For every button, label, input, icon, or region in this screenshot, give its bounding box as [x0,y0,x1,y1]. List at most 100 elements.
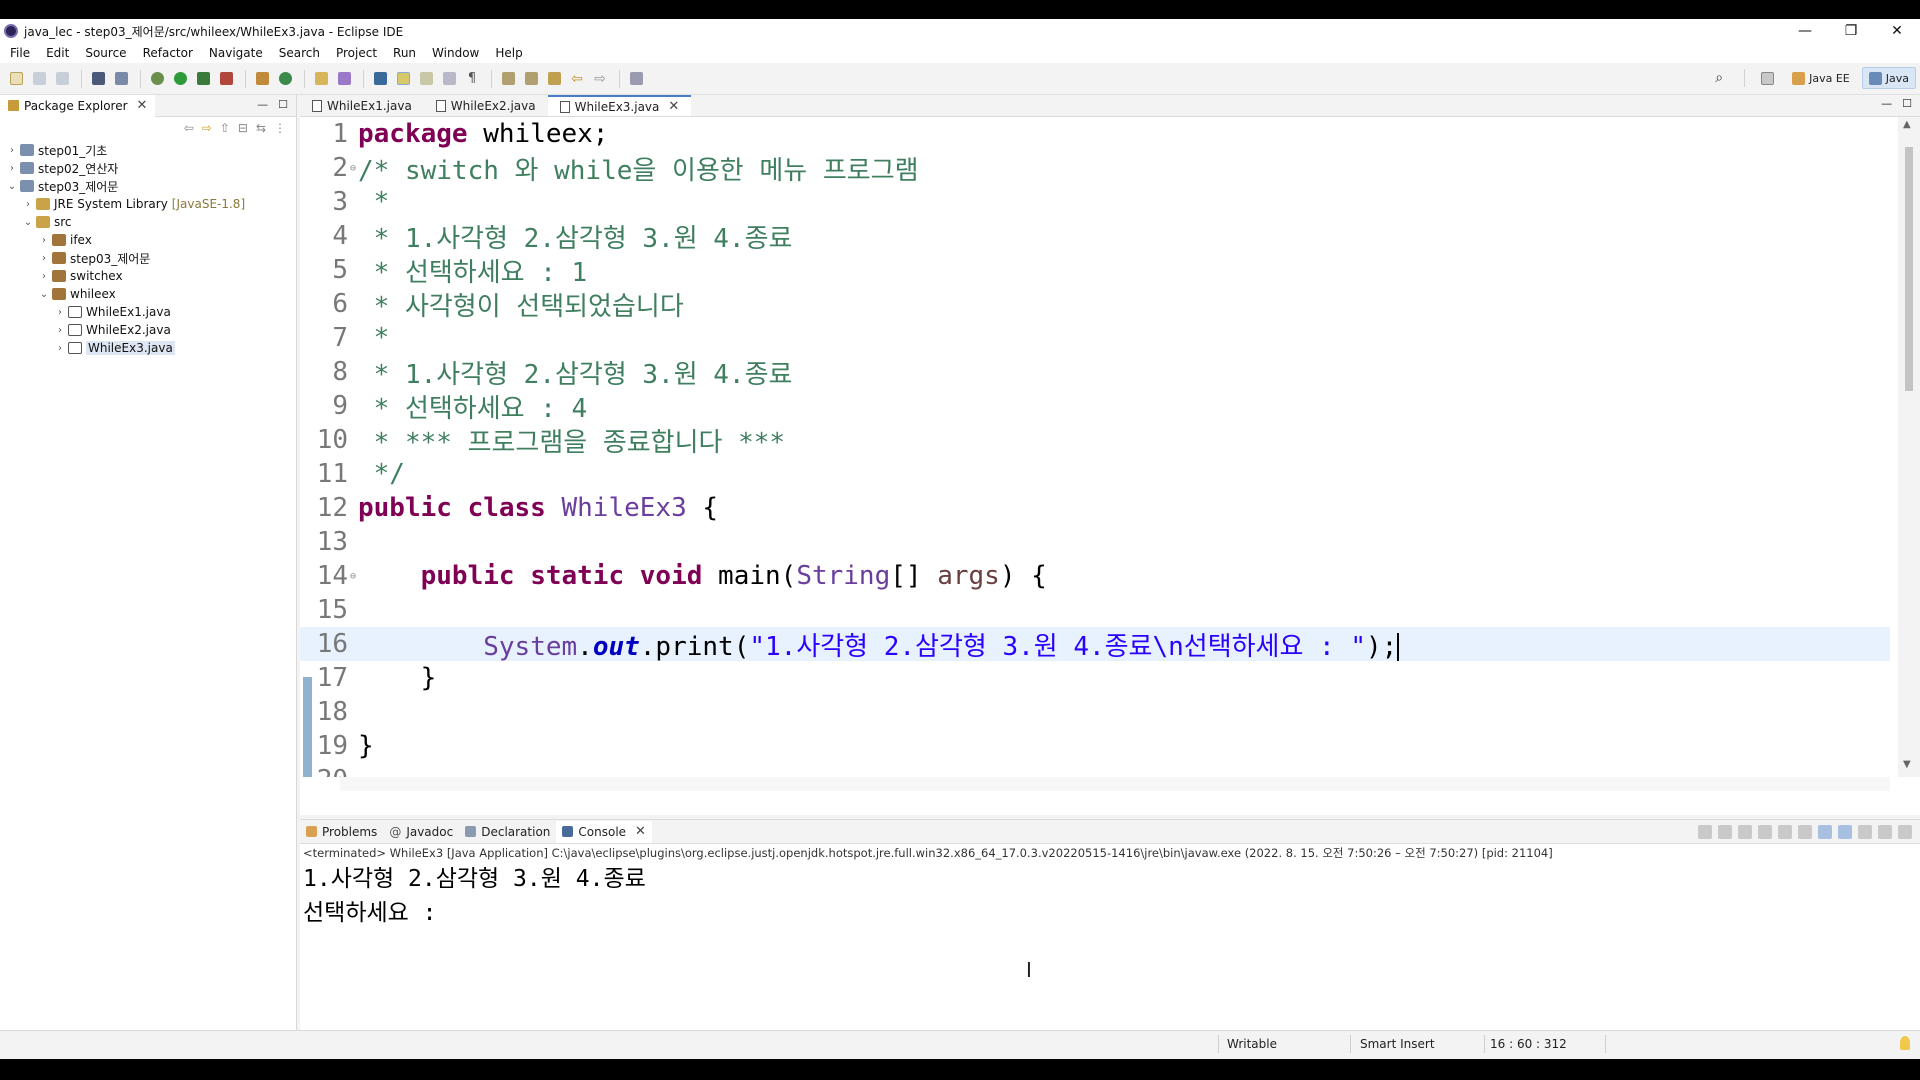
chevron-right-icon[interactable]: › [6,163,18,174]
open-console-icon[interactable] [1898,825,1912,839]
display-console-icon[interactable] [1878,825,1892,839]
show-on-stdout-icon[interactable] [1818,825,1832,839]
chevron-down-icon[interactable]: ⌄ [38,289,50,300]
chevron-right-icon[interactable]: › [54,343,66,354]
tree-item[interactable]: › switchex [0,267,296,285]
open-type-icon[interactable] [311,69,331,89]
show-whitespace-icon[interactable]: ¶ [462,69,482,89]
fold-icon[interactable]: ⊖ [350,163,358,174]
tree-item[interactable]: › ifex [0,231,296,249]
forward-nav-icon[interactable]: ⇨ [202,121,212,135]
menu-navigate[interactable]: Navigate [201,46,271,60]
console-output[interactable]: 1.사각형 2.삼각형 3.원 4.종료 선택하세요 : [300,862,1920,930]
lightbulb-icon[interactable] [1900,1036,1910,1050]
chevron-right-icon[interactable]: › [38,271,50,282]
menu-search[interactable]: Search [271,46,328,60]
clear-console-icon[interactable] [1758,825,1772,839]
editor-tab-whileex1[interactable]: WhileEx1.java [300,95,424,116]
mark-occurrences-icon[interactable] [393,69,413,89]
new-package-icon[interactable] [252,69,272,89]
menu-file[interactable]: File [2,46,38,60]
word-wrap-icon[interactable] [439,69,459,89]
close-icon[interactable]: ✕ [137,98,148,113]
restore-button[interactable]: ❐ [1828,19,1874,43]
show-on-stderr-icon[interactable] [1838,825,1852,839]
save-icon[interactable] [29,69,49,89]
menu-help[interactable]: Help [487,46,530,60]
tree-item[interactable]: › WhileEx2.java [0,321,296,339]
back-icon[interactable]: ⇦ [567,69,587,89]
menu-window[interactable]: Window [424,46,487,60]
chevron-right-icon[interactable]: › [38,253,50,264]
tab-console[interactable]: Console ✕ [556,820,652,843]
pin-console-icon[interactable] [1858,825,1872,839]
last-edit-icon[interactable] [544,69,564,89]
tree-item[interactable]: › step01_기초 [0,141,296,159]
chevron-right-icon[interactable]: › [54,325,66,336]
next-annotation-icon[interactable] [498,69,518,89]
minimize-editor-icon[interactable]: — [1881,97,1892,110]
tab-javadoc[interactable]: @ Javadoc [383,821,459,843]
pin-editor-icon[interactable] [626,69,646,89]
forward-icon[interactable]: ⇨ [590,69,610,89]
external-tools-icon[interactable] [216,69,236,89]
back-nav-icon[interactable]: ⇦ [184,121,194,135]
new-class-icon[interactable] [275,69,295,89]
scroll-up-icon[interactable]: ▲ [1903,119,1911,130]
link-editor-icon[interactable]: ⇆ [256,121,266,135]
package-explorer-tab[interactable]: Package Explorer ✕ [0,94,156,117]
menu-source[interactable]: Source [77,46,134,60]
code-editor[interactable]: 1 package whileex; 2 ⊖ /* switch 와 while을… [300,117,1890,777]
chevron-right-icon[interactable]: › [22,199,34,210]
remove-all-icon[interactable] [1738,825,1752,839]
close-icon[interactable]: ✕ [668,99,679,114]
terminal-icon[interactable] [88,69,108,89]
fold-icon[interactable]: ⊖ [350,571,358,582]
editor-horizontal-scrollbar[interactable] [340,777,1890,791]
tree-item[interactable]: › WhileEx3.java [0,339,296,357]
tree-item[interactable]: ⌄ src [0,213,296,231]
tree-item[interactable]: ⌄ whileex [0,285,296,303]
chevron-down-icon[interactable]: ⌄ [22,217,34,228]
tab-declaration[interactable]: Declaration [459,821,556,843]
search-toolbar-icon[interactable] [334,69,354,89]
tree-item[interactable]: › WhileEx1.java [0,303,296,321]
annotation-icon[interactable] [370,69,390,89]
menu-project[interactable]: Project [328,46,385,60]
menu-refactor[interactable]: Refactor [135,46,201,60]
maximize-panel-icon[interactable]: ☐ [278,98,288,111]
collapse-all-icon[interactable]: ⊟ [238,121,248,135]
tree-item[interactable]: › step03_제어문 [0,249,296,267]
new-icon[interactable] [6,69,26,89]
scrollbar-thumb[interactable] [1905,147,1913,391]
run-icon[interactable] [170,69,190,89]
coverage-icon[interactable] [193,69,213,89]
minimize-button[interactable]: — [1782,19,1828,43]
chevron-down-icon[interactable]: ⌄ [6,181,18,192]
close-icon[interactable]: ✕ [635,824,646,839]
view-menu-icon[interactable]: ⋮ [274,121,286,135]
menu-run[interactable]: Run [385,46,424,60]
chevron-right-icon[interactable]: › [38,235,50,246]
scroll-down-icon[interactable]: ▼ [1903,759,1911,770]
up-nav-icon[interactable]: ⇧ [220,121,230,135]
word-wrap-icon[interactable] [1798,825,1812,839]
editor-tab-whileex2[interactable]: WhileEx2.java [424,95,548,116]
chevron-right-icon[interactable]: › [54,307,66,318]
close-window-button[interactable]: ✕ [1874,19,1920,43]
terminate-icon[interactable] [1698,825,1712,839]
chevron-right-icon[interactable]: › [6,145,18,156]
minimize-panel-icon[interactable]: — [257,98,268,111]
tree-item[interactable]: › step02_연산자 [0,159,296,177]
save-all-icon[interactable] [52,69,72,89]
maximize-editor-icon[interactable]: ☐ [1902,97,1912,110]
perspective-java[interactable]: Java [1861,67,1916,89]
tree-item[interactable]: › JRE System Library [JavaSE-1.8] [0,195,296,213]
debug-icon[interactable] [147,69,167,89]
perspective-java-ee[interactable]: Java EE [1786,67,1856,89]
menu-edit[interactable]: Edit [38,46,77,60]
editor-tab-whileex3[interactable]: WhileEx3.java ✕ [547,95,692,116]
tab-problems[interactable]: Problems [300,821,383,843]
remove-launch-icon[interactable] [1718,825,1732,839]
prev-annotation-icon[interactable] [521,69,541,89]
